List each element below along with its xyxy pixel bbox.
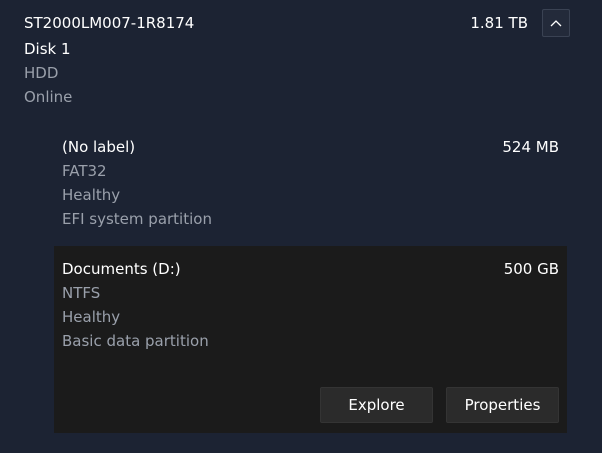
partition-size: 500 GB — [503, 260, 559, 278]
explore-button[interactable]: Explore — [320, 387, 433, 423]
collapse-button[interactable] — [542, 9, 570, 37]
disk-status: Online — [24, 88, 73, 106]
partition-label: Documents (D:) — [62, 260, 181, 278]
partition-documents[interactable]: Documents (D:) 500 GB NTFS Healthy Basic… — [54, 246, 567, 433]
partition-size: 524 MB — [502, 138, 559, 156]
properties-button[interactable]: Properties — [446, 387, 559, 423]
partition-filesystem: NTFS — [62, 284, 101, 302]
disk-size: 1.81 TB — [470, 14, 528, 32]
partition-label: (No label) — [62, 138, 136, 156]
disk-name: Disk 1 — [24, 40, 71, 58]
disk-model: ST2000LM007-1R8174 — [24, 14, 195, 32]
partition-efi[interactable]: (No label) 524 MB FAT32 Healthy EFI syst… — [54, 128, 567, 238]
disk-type: HDD — [24, 64, 59, 82]
partition-health: Healthy — [62, 186, 121, 204]
partition-kind: Basic data partition — [62, 332, 209, 350]
partition-health: Healthy — [62, 308, 121, 326]
disk-header: ST2000LM007-1R8174 1.81 TB Disk 1 HDD On… — [0, 0, 602, 120]
partition-kind: EFI system partition — [62, 210, 212, 228]
chevron-up-icon — [550, 20, 562, 27]
partition-filesystem: FAT32 — [62, 162, 107, 180]
